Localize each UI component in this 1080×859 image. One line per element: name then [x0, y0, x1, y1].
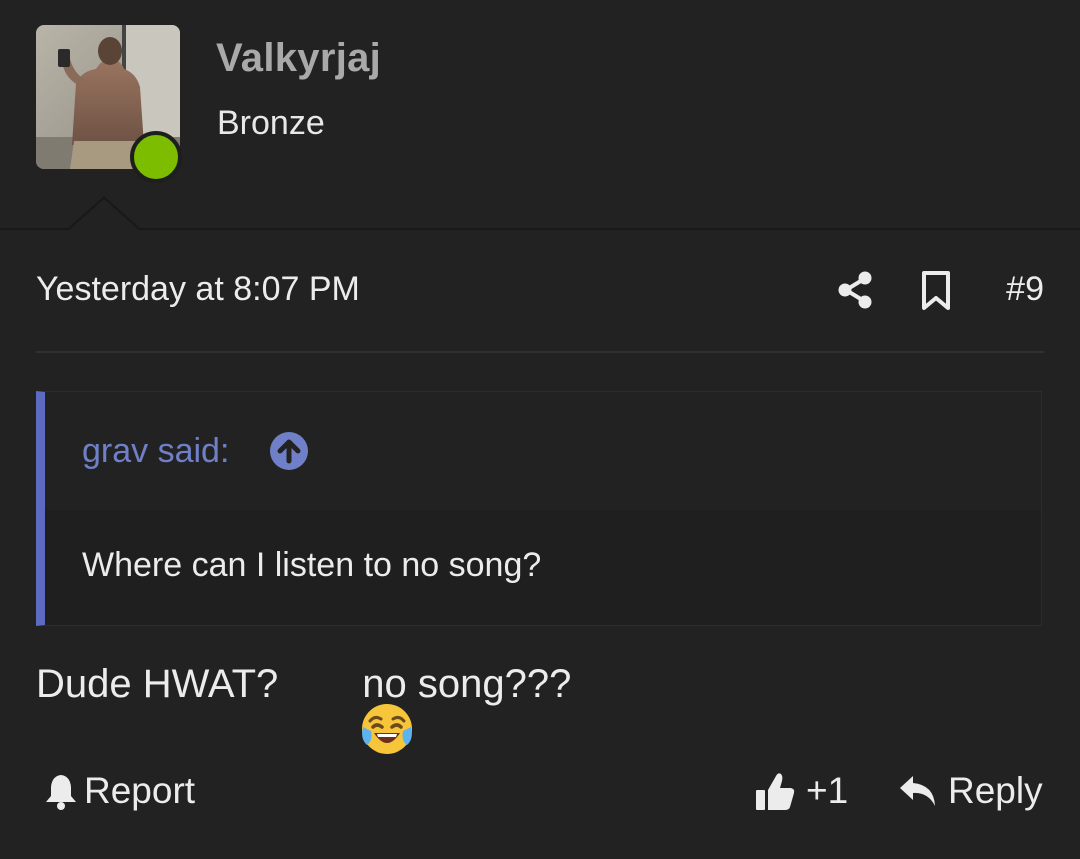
post-user-header: Valkyrjaj Bronze: [0, 0, 1080, 230]
header-pointer-inner: [68, 199, 140, 231]
post-timestamp[interactable]: Yesterday at 8:07 PM: [36, 270, 360, 309]
online-status-indicator: [130, 131, 182, 183]
post-meta-row: Yesterday at 8:07 PM #9: [36, 262, 1044, 322]
bookmark-icon[interactable]: [918, 270, 954, 312]
quote-body: Where can I listen to no song?: [45, 510, 1041, 625]
username[interactable]: Valkyrjaj: [216, 36, 381, 81]
forum-post: Valkyrjaj Bronze Yesterday at 8:07 PM #9…: [0, 0, 1080, 859]
report-label: Report: [84, 770, 196, 811]
tears-of-joy-emoji-icon: [292, 656, 412, 754]
like-button[interactable]: +1: [754, 768, 848, 814]
quote-header: grav said:: [45, 392, 1041, 510]
reply-button[interactable]: Reply: [898, 768, 1043, 814]
user-title: Bronze: [217, 104, 325, 142]
post-number-link[interactable]: #9: [1006, 270, 1044, 309]
report-button[interactable]: Report: [44, 768, 195, 814]
bell-icon: [44, 772, 78, 810]
thumbs-up-icon: [754, 770, 796, 812]
arrow-up-circle-icon[interactable]: [269, 431, 309, 471]
avatar[interactable]: [36, 25, 182, 183]
quote-author-link[interactable]: grav said:: [82, 432, 229, 471]
share-icon[interactable]: [836, 270, 876, 310]
reply-label: Reply: [948, 770, 1043, 811]
quote-text: Where can I listen to no song?: [82, 546, 542, 584]
message-text-after: no song???: [362, 661, 572, 706]
like-count: +1: [806, 770, 849, 811]
message-text-before: Dude HWAT?: [36, 661, 279, 706]
quote-block: grav said: Where can I listen to no song…: [36, 391, 1042, 626]
meta-divider: [36, 351, 1044, 353]
post-message: Dude HWAT? no song???: [36, 656, 572, 754]
reply-arrow-icon: [898, 773, 938, 809]
